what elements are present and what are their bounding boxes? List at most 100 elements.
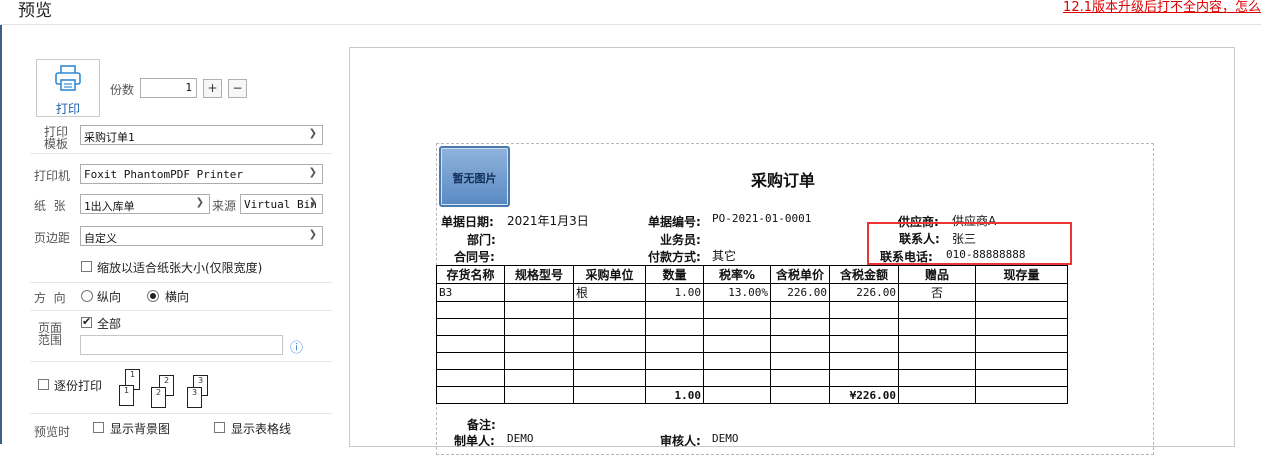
preview-options-label: 预览时 [34, 425, 71, 439]
paper-label: 纸 张 [34, 199, 66, 213]
all-pages-label: 全部 [97, 317, 122, 331]
page-range-input[interactable] [80, 335, 283, 355]
upgrade-help-link[interactable]: 12.1版本升级后打不全内容，怎么 [1063, 0, 1261, 15]
portrait-radio[interactable] [81, 290, 93, 302]
collate-pages-icon: 1 1 2 2 3 3 [117, 369, 212, 409]
source-select[interactable]: Virtual Bin ❯ [240, 194, 323, 214]
column-header: 采购单位 [573, 265, 646, 284]
margin-label: 页边距 [34, 231, 71, 245]
template-label-line2: 模板 [44, 137, 69, 151]
collate-label: 逐份打印 [54, 379, 103, 393]
title-bar: 预览 12.1版本升级后打不全内容，怎么 [0, 0, 1261, 25]
column-header: 存货名称 [436, 265, 505, 284]
logo-placeholder-text: 暂无图片 [452, 172, 497, 185]
copies-decrease-button[interactable]: − [228, 79, 247, 98]
window-title: 预览 [18, 1, 52, 21]
chevron-down-icon: ❯ [308, 229, 317, 240]
divider [30, 361, 332, 362]
number-label: 单据编号: [648, 215, 701, 229]
contract-label: 合同号: [454, 250, 495, 264]
remark-label: 备注: [467, 418, 496, 432]
cell-qty: 1.00 [645, 283, 704, 302]
cell-name: B3 [436, 283, 505, 302]
table-header-row: 存货名称 规格型号 采购单位 数量 税率% 含税单价 含税金额 赠品 现存量 [436, 265, 1068, 284]
fit-to-paper-checkbox[interactable] [81, 261, 92, 272]
source-label: 来源 [212, 199, 237, 213]
divider [30, 282, 332, 283]
date-label: 单据日期: [441, 215, 494, 229]
auditor-value: DEMO [712, 432, 739, 445]
template-select[interactable]: 采购订单1 ❯ [80, 125, 323, 145]
cell-tax: 13.00% [703, 283, 771, 302]
maker-value: DEMO [507, 432, 534, 445]
table-row [436, 318, 1068, 336]
date-value: 2021年1月3日 [507, 214, 589, 228]
table-row [436, 352, 1068, 370]
copies-input[interactable]: 1 [140, 78, 197, 98]
table-row [436, 335, 1068, 353]
landscape-label: 横向 [165, 290, 190, 304]
template-select-value: 采购订单1 [84, 131, 135, 144]
page-range-label-line2: 范围 [38, 333, 63, 347]
column-header: 规格型号 [504, 265, 574, 284]
payment-value: 其它 [712, 249, 737, 263]
source-select-value: Virtual Bin [244, 198, 317, 211]
cell-amount: 226.00 [829, 283, 899, 302]
table-row [436, 301, 1068, 319]
table-row [436, 369, 1068, 387]
printer-select[interactable]: Foxit PhantomPDF Printer ❯ [80, 164, 323, 184]
cell-unit: 根 [573, 283, 646, 302]
landscape-radio[interactable] [147, 290, 159, 302]
column-header: 含税单价 [770, 265, 830, 284]
chevron-down-icon: ❯ [195, 197, 204, 208]
total-qty: 1.00 [645, 386, 704, 404]
table-row: B3 根 1.00 13.00% 226.00 226.00 否 [436, 283, 1068, 302]
column-header: 含税金额 [829, 265, 899, 284]
print-button[interactable]: 打印 [36, 59, 100, 117]
divider [30, 310, 332, 311]
chevron-down-icon: ❯ [308, 128, 317, 139]
items-table: 存货名称 规格型号 采购单位 数量 税率% 含税单价 含税金额 赠品 现存量 B… [436, 265, 1068, 404]
auditor-label: 审核人: [660, 434, 701, 448]
department-label: 部门: [467, 233, 496, 247]
page-range-label: 页面 范围 [38, 322, 62, 346]
info-icon[interactable]: ⓘ [290, 337, 303, 356]
column-header: 数量 [645, 265, 704, 284]
collate-checkbox[interactable] [38, 379, 49, 390]
print-button-label: 打印 [55, 102, 80, 116]
show-gridlines-checkbox[interactable] [214, 422, 225, 433]
salesperson-label: 业务员: [660, 233, 701, 247]
chevron-down-icon: ❯ [308, 167, 317, 178]
cell-spec [504, 283, 574, 302]
column-header: 现存量 [975, 265, 1068, 284]
number-value: PO-2021-01-0001 [712, 212, 812, 225]
portrait-label: 纵向 [97, 290, 122, 304]
margin-select[interactable]: 自定义 ❯ [80, 226, 323, 246]
divider [30, 153, 332, 154]
maker-label: 制单人: [454, 434, 495, 448]
payment-label: 付款方式: [648, 250, 701, 264]
printer-select-value: Foxit PhantomPDF Printer [84, 168, 243, 181]
document-title: 采购订单 [751, 171, 816, 190]
show-background-checkbox[interactable] [93, 422, 104, 433]
cell-stock [975, 283, 1068, 302]
copies-label: 份数 [110, 83, 135, 97]
page-icon: 2 [151, 387, 166, 408]
show-background-label: 显示背景图 [110, 422, 171, 436]
all-pages-checkbox[interactable] [81, 315, 92, 328]
window-left-edge [0, 0, 2, 444]
fit-to-paper-label: 缩放以适合纸张大小(仅限宽度) [97, 261, 263, 275]
show-gridlines-label: 显示表格线 [231, 422, 292, 436]
printer-icon [55, 65, 81, 91]
divider [30, 413, 332, 414]
printer-label: 打印机 [34, 169, 71, 183]
orientation-label: 方 向 [34, 291, 66, 305]
logo-placeholder: 暂无图片 [439, 146, 510, 207]
chevron-down-icon: ❯ [308, 197, 317, 208]
page-icon: 3 [187, 387, 202, 408]
cell-gift: 否 [898, 283, 976, 302]
column-header: 税率% [703, 265, 771, 284]
paper-select[interactable]: 1出入库单 ❯ [80, 194, 210, 214]
copies-increase-button[interactable]: + [203, 79, 222, 98]
paper-select-value: 1出入库单 [84, 200, 135, 213]
